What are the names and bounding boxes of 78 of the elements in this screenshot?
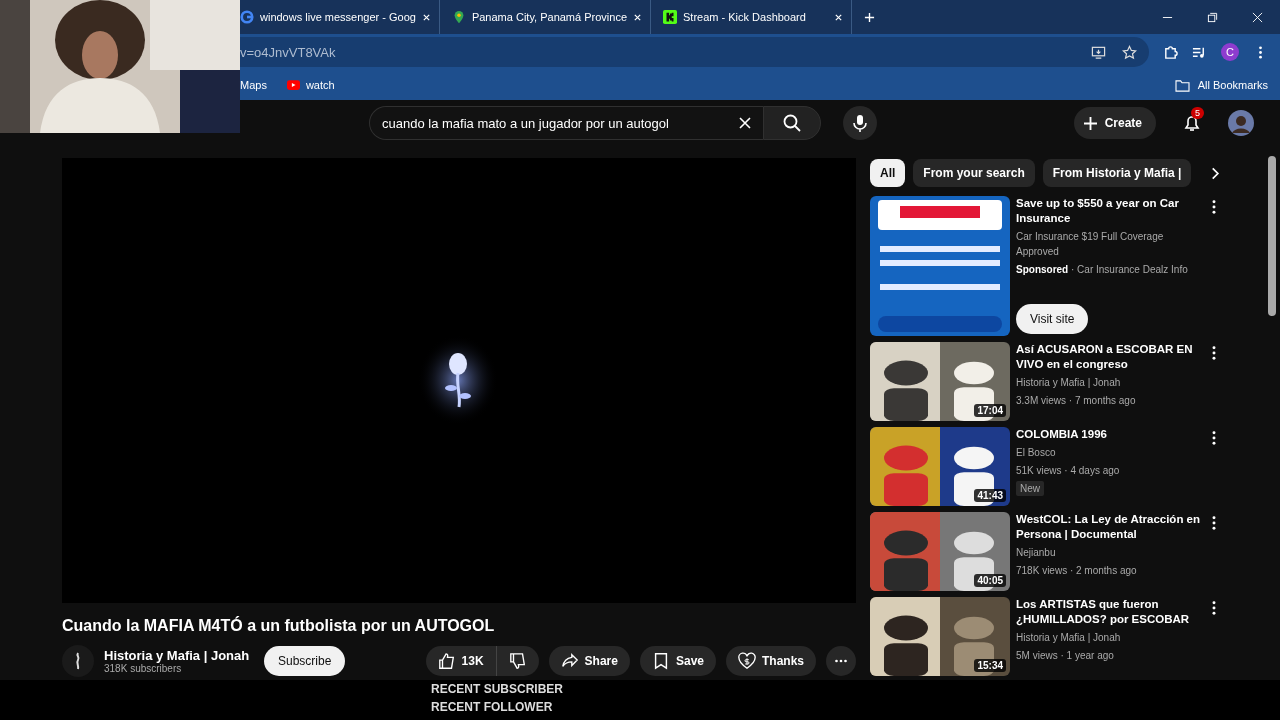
- filter-chip[interactable]: From your search: [913, 159, 1035, 187]
- microphone-button[interactable]: [843, 106, 877, 140]
- video-stats: 5M views · 1 year ago: [1016, 649, 1115, 663]
- close-icon[interactable]: [421, 12, 431, 22]
- more-icon[interactable]: [1212, 200, 1216, 214]
- save-button[interactable]: Save: [639, 646, 716, 676]
- thanks-button[interactable]: Thanks: [726, 646, 816, 676]
- profile-avatar[interactable]: C: [1221, 43, 1239, 61]
- new-badge: New: [1016, 481, 1044, 496]
- install-icon[interactable]: [1091, 44, 1106, 60]
- video-title[interactable]: Así ACUSARON a ESCOBAR EN VIVO en el congreso: [1016, 342, 1204, 372]
- video-title[interactable]: WestCOL: La Ley de Atracción en Persona | Documental: [1016, 512, 1204, 542]
- create-button[interactable]: Create: [1073, 107, 1156, 139]
- overlay-text: RECENT SUBSCRIBER: [431, 681, 563, 698]
- microphone-icon: [850, 113, 870, 133]
- channel-avatar-icon[interactable]: [62, 645, 94, 677]
- youtube-icon: [286, 80, 300, 90]
- all-bookmarks-link[interactable]: All Bookmarks: [1197, 79, 1268, 91]
- close-icon[interactable]: [834, 12, 843, 22]
- video-title[interactable]: COLOMBIA 1996: [1016, 427, 1204, 442]
- avatar-icon[interactable]: [1228, 110, 1254, 136]
- thumbs-up-icon: [437, 652, 456, 670]
- browser-tab[interactable]: Panama City, Panamá Province: [451, 0, 651, 34]
- scrollbar-thumb[interactable]: [1268, 156, 1276, 316]
- restore-icon[interactable]: [1207, 11, 1218, 23]
- channel-name[interactable]: Historia y Mafia | Jonah: [1016, 630, 1204, 645]
- overlay-text: RECENT FOLLOWER: [431, 699, 553, 716]
- like-button[interactable]: 13K: [425, 646, 497, 676]
- more-icon[interactable]: [1212, 601, 1216, 615]
- channel-name[interactable]: Historia y Mafia | Jonah: [1016, 375, 1204, 390]
- search-field[interactable]: cuando la mafia mato a un jugador por un autogol: [369, 106, 763, 140]
- ad-description: Car Insurance $19 Full Coverage Approved: [1016, 230, 1165, 259]
- chevron-right-icon[interactable]: [1211, 166, 1220, 180]
- subscriber-count: 318K subscribers: [104, 663, 183, 674]
- video-title[interactable]: Los ARTISTAS que fueron ¿HUMILLADOS? por ESCOBAR: [1016, 597, 1204, 627]
- video-title: Cuando la MAFIA M4TÓ a un futbolista por un AUTOGOL: [62, 617, 496, 635]
- filter-chip[interactable]: All: [870, 159, 906, 187]
- duration-badge: 17:04: [974, 404, 1006, 417]
- video-title[interactable]: Save up to $550 a year on Car Insurance: [1016, 196, 1204, 226]
- thumbs-down-icon: [508, 652, 527, 670]
- close-icon[interactable]: [633, 12, 642, 22]
- google-icon: [240, 10, 254, 24]
- notification-badge: 5: [1191, 107, 1204, 119]
- star-icon[interactable]: [1122, 44, 1137, 60]
- plus-icon: [1083, 116, 1097, 130]
- channel-name[interactable]: Historia y Mafia | Jonah: [104, 648, 254, 663]
- extensions-icon[interactable]: [1163, 44, 1178, 60]
- dislike-button[interactable]: [496, 646, 539, 676]
- channel-name[interactable]: Nejianbu: [1016, 545, 1204, 560]
- address-bar[interactable]: v=o4JnvVT8VAk: [240, 37, 1149, 67]
- more-icon: [835, 659, 847, 663]
- new-tab-icon[interactable]: [864, 11, 875, 23]
- video-stats: 3.3M views · 7 months ago: [1016, 394, 1137, 408]
- browser-tab[interactable]: Stream - Kick Dashboard: [663, 0, 852, 34]
- video-stats: 51K views · 4 days ago: [1016, 464, 1121, 478]
- more-icon[interactable]: [1212, 431, 1216, 445]
- share-icon: [560, 652, 579, 670]
- kick-logo-icon: [663, 10, 677, 24]
- filter-chip[interactable]: From Historia y Mafia |: [1042, 159, 1192, 187]
- subscribe-button[interactable]: Subscribe: [264, 646, 346, 676]
- share-button[interactable]: Share: [548, 646, 630, 676]
- more-icon[interactable]: [1212, 346, 1216, 360]
- duration-badge: 40:05: [974, 574, 1006, 587]
- duration-badge: 15:34: [974, 659, 1006, 672]
- duration-badge: 41:43: [974, 489, 1006, 502]
- close-icon[interactable]: [1252, 11, 1263, 23]
- sponsor-label: Sponsored · Car Insurance Dealz Info: [1016, 263, 1189, 277]
- heart-dollar-icon: [738, 652, 756, 670]
- visit-site-button[interactable]: Visit site: [1016, 304, 1089, 334]
- channel-name[interactable]: El Bosco: [1016, 445, 1204, 460]
- more-icon[interactable]: [1212, 516, 1216, 530]
- video-stats: 718K views · 2 months ago: [1016, 564, 1138, 578]
- search-button[interactable]: [763, 106, 821, 140]
- search-icon: [782, 113, 802, 133]
- clear-icon[interactable]: [739, 117, 751, 129]
- folder-icon: [1174, 78, 1190, 92]
- bookmark-link[interactable]: watch: [305, 79, 335, 91]
- bookmark-link[interactable]: Maps: [240, 79, 267, 91]
